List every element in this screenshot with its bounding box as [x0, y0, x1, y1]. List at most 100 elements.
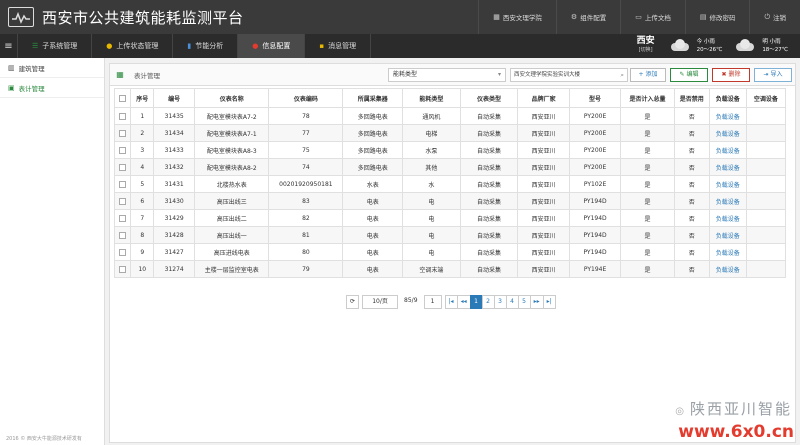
row-checkbox[interactable] — [113, 226, 132, 244]
tab-label: 子系统管理 — [42, 42, 78, 50]
row-checkbox[interactable] — [113, 192, 132, 210]
column-header: 型号 — [568, 88, 622, 108]
table-row[interactable]: 1 31435 配电室模块表A7-2 78 多回路电表 通风机 自动采集 西安亚川 PY200E… — [113, 107, 787, 125]
tab-subsystem[interactable]: ☰ 子系统管理 — [18, 34, 93, 58]
header-link-building[interactable]: ▦ 西安文理学院 — [478, 0, 556, 34]
tab-info-config[interactable]: ● 信息配置 — [238, 34, 306, 58]
energy-type-select[interactable]: 能耗类型 ▾ — [388, 68, 506, 82]
checkbox-icon[interactable] — [119, 180, 127, 188]
column-header: 仪表编码 — [268, 88, 344, 108]
checkbox-icon[interactable] — [119, 231, 127, 239]
table-row[interactable]: 3 31433 配电室模块表A8-3 75 多回路电表 水泵 自动采集 西安亚川 PY200E 是… — [113, 141, 787, 159]
page-size-select[interactable]: 10/页 — [362, 295, 399, 309]
header-links: ▦ 西安文理学院 ⚙ 组件配置 ▭ 上传文档 ▤ 修改密码 ⏻ 注销 — [478, 0, 800, 34]
table-cell: 多回路电表 — [342, 124, 404, 142]
load-device-link[interactable]: 负载设备 — [708, 158, 747, 176]
table-cell: PY194E — [568, 260, 622, 278]
row-checkbox[interactable] — [113, 243, 132, 261]
load-device-link[interactable]: 负载设备 — [708, 226, 747, 244]
checkbox-icon[interactable] — [119, 112, 127, 120]
menu-toggle-icon[interactable]: ≡ — [0, 34, 18, 58]
load-device-link[interactable]: 负载设备 — [708, 107, 747, 125]
table-row[interactable]: 2 31434 配电室模块表A7-1 77 多回路电表 电梯 自动采集 西安亚川 PY200E 是… — [113, 124, 787, 142]
load-device-link[interactable]: 负载设备 — [708, 141, 747, 159]
table-row[interactable]: 5 31431 北楼热水表 00201920950181 水表水自动采集 西安亚川 PY10… — [113, 175, 787, 193]
header-link-password[interactable]: ▤ 修改密码 — [684, 0, 750, 34]
rain-cloud-icon — [734, 39, 756, 53]
monitor-logo-icon — [8, 7, 34, 27]
row-checkbox[interactable] — [113, 158, 132, 176]
header-link-settings[interactable]: ⚙ 组件配置 — [555, 0, 620, 34]
weather-day: 明 — [762, 39, 768, 45]
checkbox-icon[interactable] — [119, 163, 127, 171]
next-page-icon[interactable]: ▸▸ — [529, 295, 544, 309]
search-icon[interactable]: ⌕ — [620, 69, 624, 81]
load-device-link[interactable]: 负载设备 — [708, 243, 747, 261]
table-cell: 否 — [673, 141, 710, 159]
table-row[interactable]: 9 31427 高压进线电表 80 电表电自动采集 西安亚川 PY194D 是否负载设备 — [113, 243, 787, 261]
delete-button[interactable]: ✖ 删除 — [712, 68, 750, 82]
table-cell: 自动采集 — [459, 124, 519, 142]
import-button[interactable]: ⇥ 导入 — [754, 68, 792, 82]
column-header: 所属采集器 — [342, 88, 404, 108]
select-all-checkbox[interactable] — [113, 88, 132, 108]
row-checkbox[interactable] — [113, 107, 132, 125]
weather-today: 今 小雨 20～26℃ — [669, 38, 722, 54]
tab-upload-status[interactable]: ● 上传状态管理 — [92, 34, 174, 58]
sidebar-item-meter[interactable]: ▣ 表计管理 — [0, 78, 104, 98]
refresh-icon[interactable]: ⟳ — [346, 295, 360, 309]
load-device-link[interactable]: 负载设备 — [708, 124, 747, 142]
checkbox-icon[interactable] — [119, 94, 127, 102]
table-row[interactable]: 4 31432 配电室模块表A8-2 74 多回路电表 其他 自动采集 西安亚川 PY200E 是… — [113, 158, 787, 176]
table-cell: 否 — [673, 260, 710, 278]
table-cell — [745, 158, 787, 176]
header-link-upload[interactable]: ▭ 上传文档 — [620, 0, 685, 34]
table-cell: PY194D — [568, 226, 622, 244]
prev-page-icon[interactable]: ◂◂ — [456, 295, 471, 309]
checkbox-icon[interactable] — [119, 129, 127, 137]
city-switch[interactable]: [切换] — [637, 46, 655, 55]
table-row[interactable]: 6 31430 高压出线三 83 电表电自动采集 西安亚川 PY194D 是否负载设备 — [113, 192, 787, 210]
tab-energy-analysis[interactable]: ▮ 节能分析 — [173, 34, 239, 58]
load-device-link[interactable]: 负载设备 — [708, 260, 747, 278]
table-row[interactable]: 7 31429 高压出线二 82 电表电自动采集 西安亚川 PY194D 是否负载设备 — [113, 209, 787, 227]
load-device-link[interactable]: 负载设备 — [708, 192, 747, 210]
city-name: 西安 — [636, 36, 655, 46]
header-link-logout[interactable]: ⏻ 注销 — [749, 0, 800, 34]
table-row[interactable]: 8 31428 高压出线一 81 电表电自动采集 西安亚川 PY194D 是否负载设备 — [113, 226, 787, 244]
checkbox-icon[interactable] — [119, 197, 127, 205]
tab-messages[interactable]: ▪ 消息管理 — [305, 34, 372, 58]
checkbox-icon[interactable] — [119, 214, 127, 222]
row-checkbox[interactable] — [113, 124, 132, 142]
load-device-link[interactable]: 负载设备 — [708, 209, 747, 227]
table-cell: 配电室模块表A8-2 — [194, 158, 270, 176]
load-device-link[interactable]: 负载设备 — [708, 175, 747, 193]
table-cell: 83 — [268, 192, 344, 210]
add-button[interactable]: + 添加 — [630, 68, 666, 82]
column-header: 负载设备 — [708, 88, 747, 108]
building-search-input[interactable]: 西安文理学院实验实训大楼 ⌕ — [510, 68, 628, 82]
main-nav: ≡ ☰ 子系统管理 ● 上传状态管理 ▮ 节能分析 ● 信息配置 ▪ 消息管理 西安 [切换… — [0, 34, 800, 58]
weather-day: 今 — [696, 39, 703, 45]
table-cell: PY194D — [568, 243, 622, 261]
checkbox-icon[interactable] — [119, 265, 127, 273]
checkbox-icon[interactable] — [119, 146, 127, 154]
row-checkbox[interactable] — [113, 260, 132, 278]
column-header: 是否计入总量 — [620, 88, 675, 108]
sidebar-item-building[interactable]: ▥ 建筑管理 — [0, 58, 104, 78]
power-icon: ⏻ — [764, 12, 770, 21]
page-jump-input[interactable]: 1 — [423, 295, 442, 309]
row-checkbox[interactable] — [113, 141, 132, 159]
weather-city[interactable]: 西安 [切换] — [637, 37, 655, 55]
table-cell: 多回路电表 — [342, 107, 404, 125]
sidebar: ▥ 建筑管理 ▣ 表计管理 2016 © 西安大牛能源技术研发有 — [0, 58, 105, 445]
row-checkbox[interactable] — [113, 209, 132, 227]
table-row[interactable]: 10 31274 主楼一层监控室电表 79 电表 空调末端 自动采集 西安亚川 PY194E 是否… — [113, 260, 787, 278]
row-checkbox[interactable] — [113, 175, 132, 193]
checkbox-icon[interactable] — [119, 248, 127, 256]
table-cell: 31274 — [153, 260, 196, 278]
table-cell: 高压出线二 — [194, 209, 270, 227]
rain-cloud-icon — [669, 39, 691, 53]
edit-button[interactable]: ✎ 编辑 — [670, 68, 708, 82]
last-page-icon[interactable]: ▸| — [542, 295, 556, 309]
